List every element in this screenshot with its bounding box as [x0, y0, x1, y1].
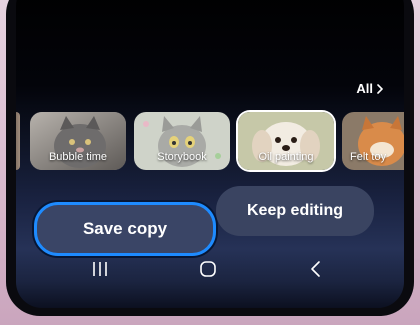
style-card-storybook[interactable]: Storybook [134, 112, 230, 170]
keep-editing-label: Keep editing [246, 202, 343, 219]
recent-apps-button[interactable] [89, 258, 111, 280]
style-label: Oil painting [258, 151, 314, 163]
style-carousel: Bubble time Storybook Oil painting Felt … [16, 112, 404, 170]
all-styles-link[interactable]: All [356, 81, 384, 96]
save-copy-label: Save copy [82, 219, 168, 238]
save-copy-button[interactable]: Save copy [34, 202, 216, 256]
phone-screen: All Bubble time Storybook Oil painting F… [16, 0, 404, 308]
style-label: Felt toy [350, 151, 387, 163]
recent-apps-icon [93, 262, 107, 276]
style-card-oil-painting[interactable]: Oil painting [238, 112, 334, 170]
navigation-bar [16, 255, 404, 285]
home-button[interactable] [197, 258, 219, 280]
keep-editing-button[interactable]: Keep editing [216, 186, 374, 236]
style-label: Storybook [157, 151, 207, 163]
style-card-bubble-time[interactable]: Bubble time [30, 112, 126, 170]
style-label: Bubble time [48, 151, 108, 163]
all-styles-label: All [356, 81, 373, 96]
back-icon [311, 261, 320, 277]
back-button[interactable] [305, 258, 327, 280]
home-icon [200, 261, 216, 277]
device-frame: All Bubble time Storybook Oil painting F… [0, 0, 420, 325]
style-card-felt-toy[interactable]: Felt toy [342, 112, 404, 170]
chevron-right-icon [377, 83, 383, 94]
